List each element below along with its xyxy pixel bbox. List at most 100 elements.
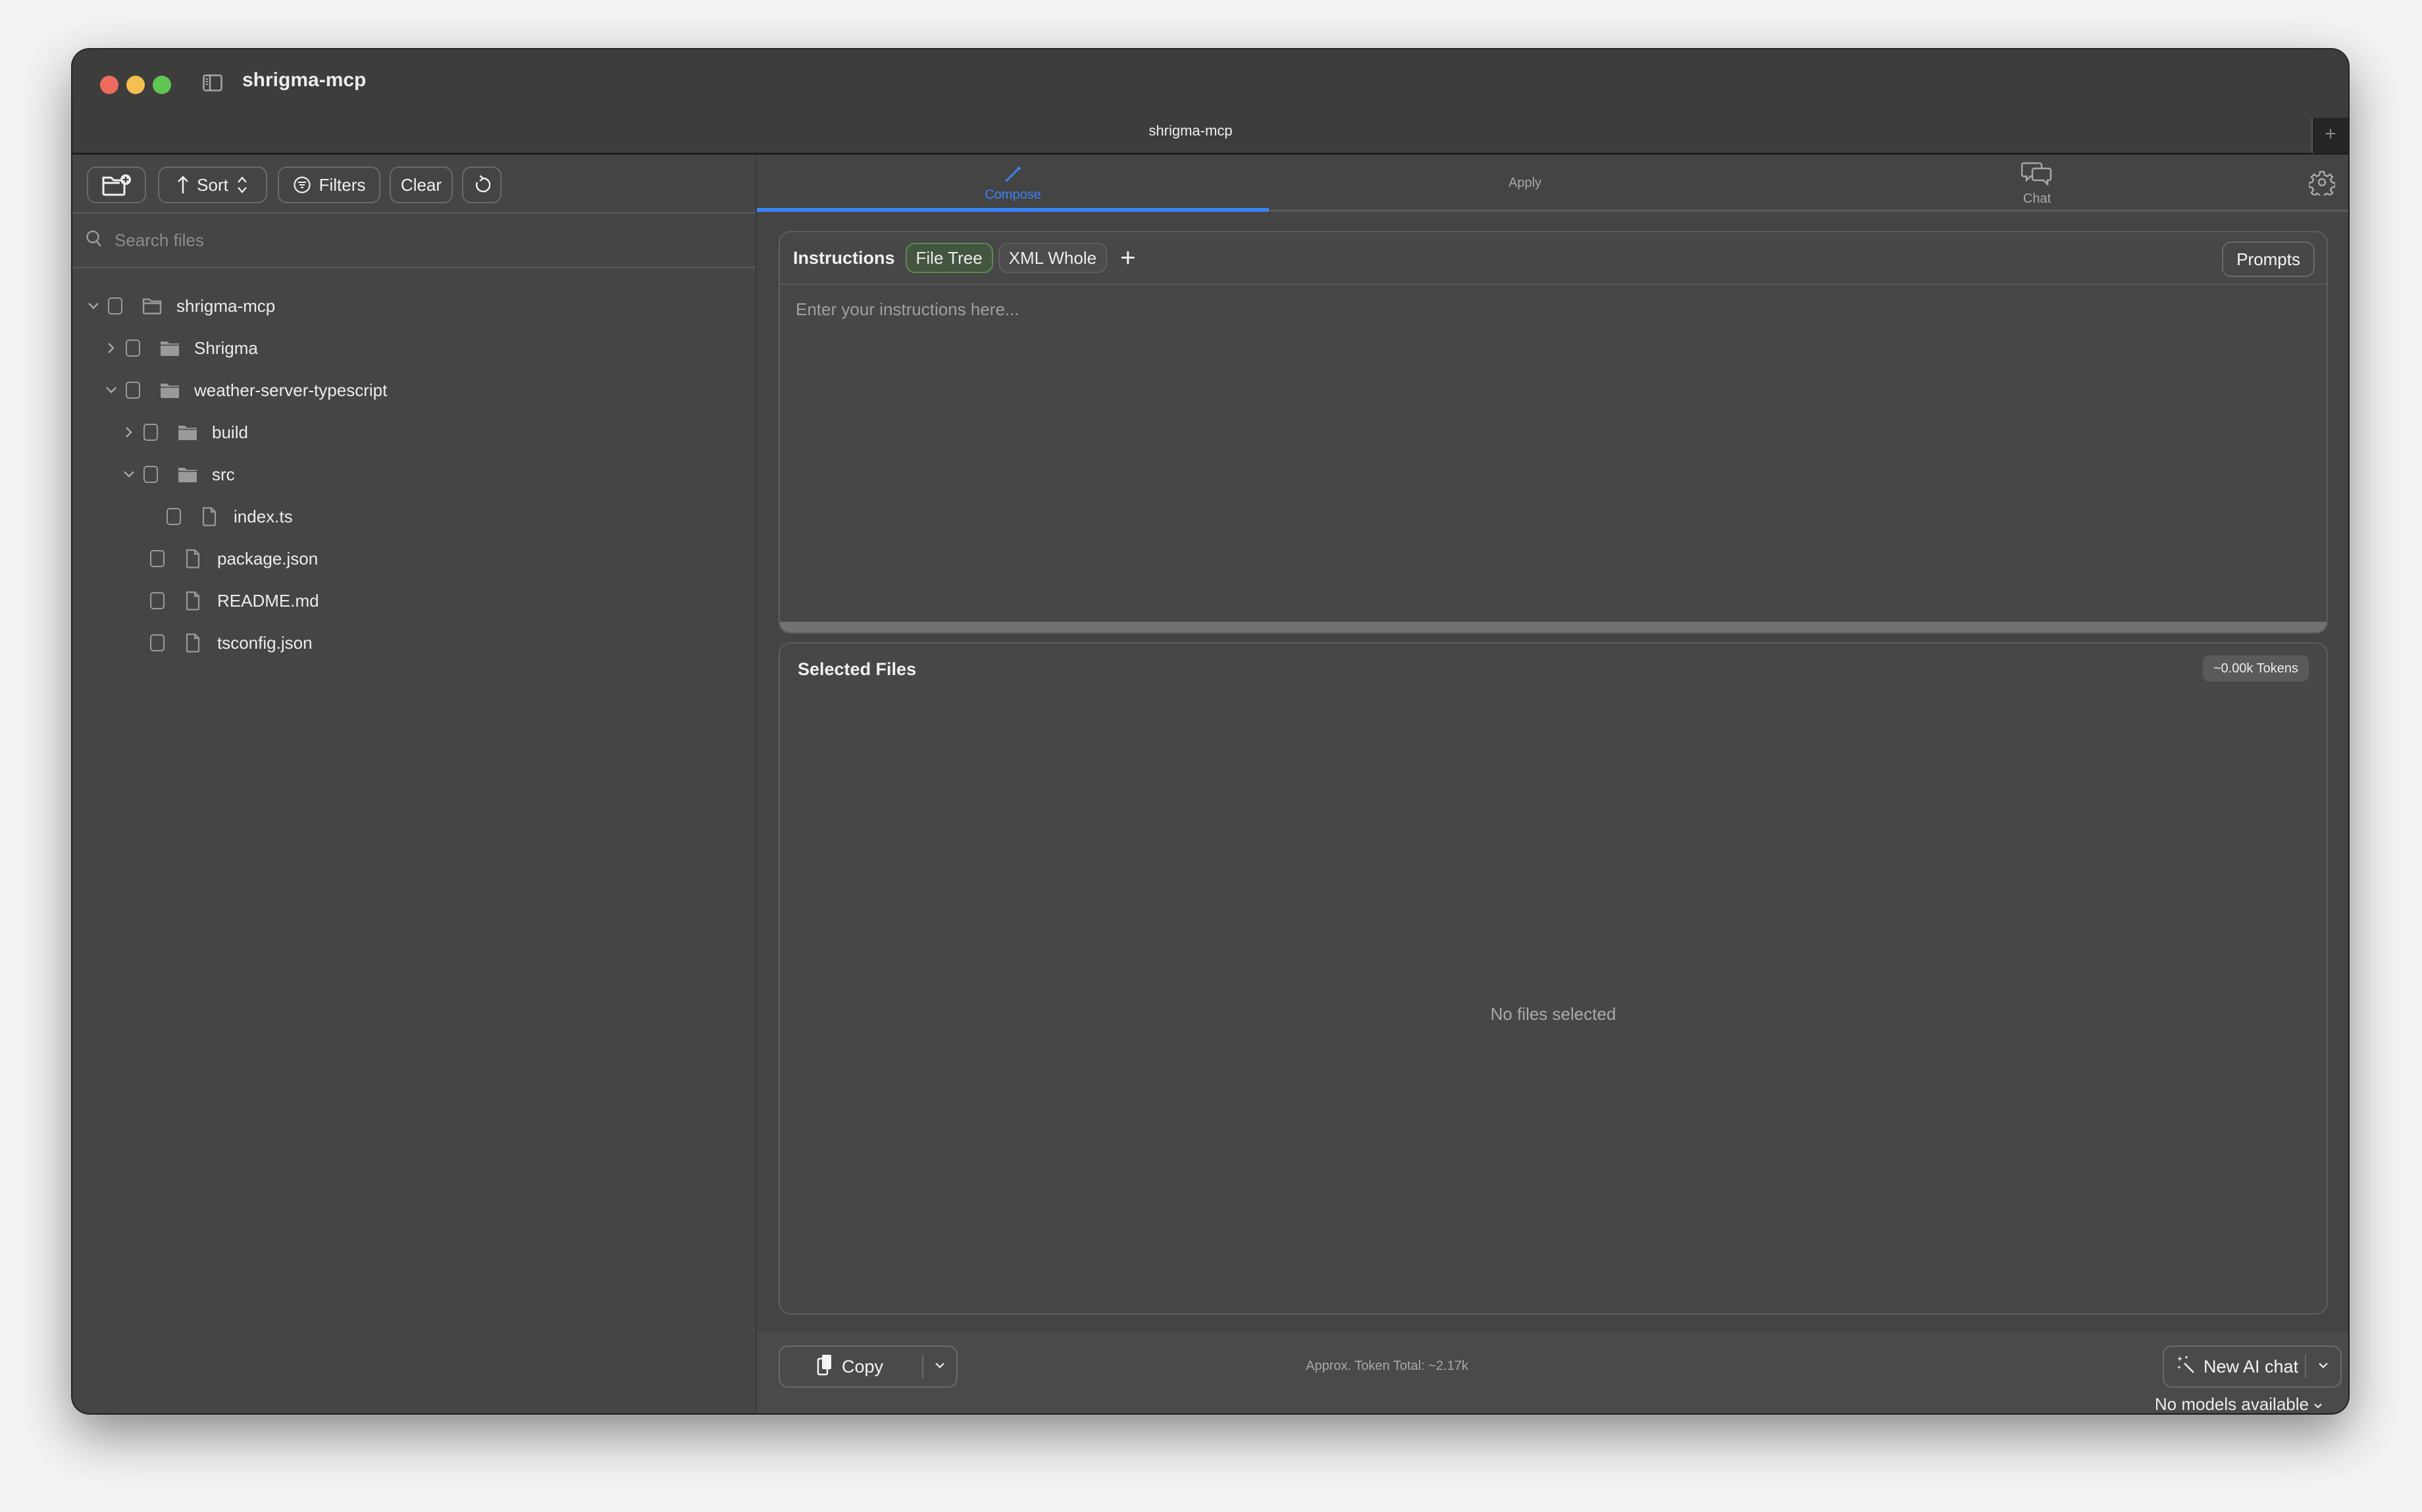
tree-item-package-json[interactable]: package.json	[150, 539, 318, 578]
tree-item-label: shrigma-mcp	[176, 295, 276, 316]
tree-item-shrigma[interactable]: Shrigma	[103, 328, 258, 368]
selected-files-panel: Selected Files ~0.00k Tokens No files se…	[779, 642, 2328, 1315]
chat-bubbles-icon	[2021, 161, 2053, 191]
folder-outline-icon	[142, 297, 162, 315]
open-folder-button[interactable]	[87, 166, 146, 203]
chevron-down-icon[interactable]	[86, 298, 101, 314]
chevron-right-icon[interactable]	[121, 424, 137, 440]
file-icon	[183, 549, 203, 568]
magic-wand-icon	[2176, 1355, 2196, 1379]
empty-state-message: No files selected	[1490, 1004, 1616, 1024]
arrow-up-icon	[177, 175, 189, 195]
tab-compose-label: Compose	[985, 187, 1041, 202]
title-bar: shrigma-mcp shrigma-mcp +	[72, 49, 2348, 155]
chip-xml-whole[interactable]: XML Whole	[998, 243, 1108, 273]
tree-item-label: Shrigma	[194, 338, 258, 358]
token-total-label: Approx. Token Total: ~2.17k	[1306, 1359, 1468, 1373]
tree-item-src[interactable]: src	[121, 455, 235, 494]
active-tab-indicator	[757, 208, 1269, 212]
tree-item-checkbox[interactable]	[143, 466, 158, 483]
zoom-window-button[interactable]	[153, 76, 171, 94]
chevron-down-icon[interactable]	[121, 466, 137, 482]
new-ai-chat-label: New AI chat	[2203, 1356, 2299, 1376]
filters-label: Filters	[319, 174, 366, 195]
file-icon	[183, 591, 203, 611]
tree-item-checkbox[interactable]	[108, 297, 122, 315]
app-window: shrigma-mcp shrigma-mcp + Sort Filters C…	[72, 49, 2348, 1413]
tab-compose[interactable]: Compose	[757, 155, 1269, 212]
tree-item-index-ts[interactable]: index.ts	[167, 497, 293, 536]
sidebar-toggle-icon[interactable]	[203, 74, 222, 91]
prompts-button[interactable]: Prompts	[2222, 241, 2315, 277]
new-chat-options-dropdown[interactable]	[2306, 1347, 2340, 1386]
new-tab-button[interactable]: +	[2311, 118, 2348, 153]
search-bar	[72, 214, 756, 268]
panel-resize-handle[interactable]	[780, 622, 2327, 632]
tree-item-label: package.json	[217, 548, 319, 568]
tree-item-tsconfig-json[interactable]: tsconfig.json	[150, 623, 313, 663]
tab-chat[interactable]: Chat	[1781, 155, 2293, 212]
chevron-down-icon	[2313, 1394, 2323, 1413]
tree-item-checkbox[interactable]	[126, 340, 140, 357]
tree-item-checkbox[interactable]	[150, 550, 165, 567]
tree-item-checkbox[interactable]	[126, 382, 140, 399]
instructions-title: Instructions	[793, 247, 895, 268]
new-ai-chat-group: New AI chat	[2163, 1346, 2342, 1388]
file-sidebar: Sort Filters Clear shrigma-mcp Shrigma wea…	[72, 155, 757, 1413]
tree-item-label: build	[212, 422, 248, 442]
instructions-input[interactable]	[780, 286, 2327, 622]
bottom-action-bar: Copy Approx. Token Total: ~2.17k New AI …	[757, 1332, 2348, 1413]
sort-label: Sort	[197, 174, 228, 195]
mode-tabs: Compose Apply Chat	[757, 155, 2348, 212]
up-down-chevron-icon	[236, 175, 248, 195]
tree-item-checkbox[interactable]	[167, 508, 181, 525]
chip-file-tree[interactable]: File Tree	[905, 243, 993, 273]
folder-add-icon	[101, 174, 132, 196]
tab-apply-label: Apply	[1508, 176, 1542, 190]
tree-item-label: README.md	[217, 590, 319, 611]
tree-item-build[interactable]: build	[121, 413, 248, 452]
folder-icon	[160, 339, 180, 357]
tree-item-label: index.ts	[234, 506, 293, 526]
document-tab[interactable]: shrigma-mcp	[72, 118, 2309, 153]
close-window-button[interactable]	[100, 76, 118, 94]
pencil-icon	[1003, 164, 1023, 188]
tree-item-readme-md[interactable]: README.md	[150, 581, 319, 620]
folder-icon	[178, 423, 197, 441]
refresh-button[interactable]	[462, 166, 502, 203]
settings-gear-icon[interactable]	[2307, 169, 2336, 199]
chevron-right-icon[interactable]	[103, 340, 119, 356]
chevron-down-icon[interactable]	[103, 382, 119, 398]
minimize-window-button[interactable]	[126, 76, 145, 94]
tab-chat-label: Chat	[2023, 191, 2051, 206]
model-selector[interactable]: No models available	[2155, 1394, 2323, 1413]
tree-item-checkbox[interactable]	[150, 592, 165, 609]
tree-item-weather-server-typescript[interactable]: weather-server-typescript	[103, 370, 387, 410]
instructions-header: Instructions File Tree XML Whole + Promp…	[780, 232, 2327, 285]
tree-item-checkbox[interactable]	[143, 424, 158, 441]
chevron-down-icon	[2317, 1361, 2329, 1373]
add-chip-button[interactable]: +	[1120, 243, 1135, 273]
new-ai-chat-button[interactable]: New AI chat	[2164, 1347, 2305, 1386]
tree-item-checkbox[interactable]	[150, 634, 165, 651]
sort-button[interactable]: Sort	[158, 166, 267, 203]
tab-apply[interactable]: Apply	[1269, 155, 1781, 212]
filters-button[interactable]: Filters	[278, 166, 380, 203]
token-count-badge: ~0.00k Tokens	[2202, 655, 2309, 682]
filter-icon	[293, 176, 311, 194]
refresh-icon	[473, 174, 490, 195]
file-icon	[183, 633, 203, 653]
window-title: shrigma-mcp	[242, 69, 367, 91]
folder-icon	[178, 465, 197, 484]
clear-button[interactable]: Clear	[390, 166, 453, 203]
main-pane: Compose Apply Chat Instructions File Tre…	[757, 155, 2348, 1413]
selected-files-title: Selected Files	[798, 659, 917, 679]
tree-item-label: src	[212, 464, 235, 484]
search-files-input[interactable]	[115, 230, 707, 251]
tree-item-label: weather-server-typescript	[194, 380, 388, 400]
file-icon	[199, 507, 219, 526]
clear-label: Clear	[400, 174, 442, 195]
search-icon	[72, 230, 103, 251]
tree-item-shrigma-mcp[interactable]: shrigma-mcp	[86, 286, 275, 326]
tree-item-label: tsconfig.json	[217, 632, 313, 653]
